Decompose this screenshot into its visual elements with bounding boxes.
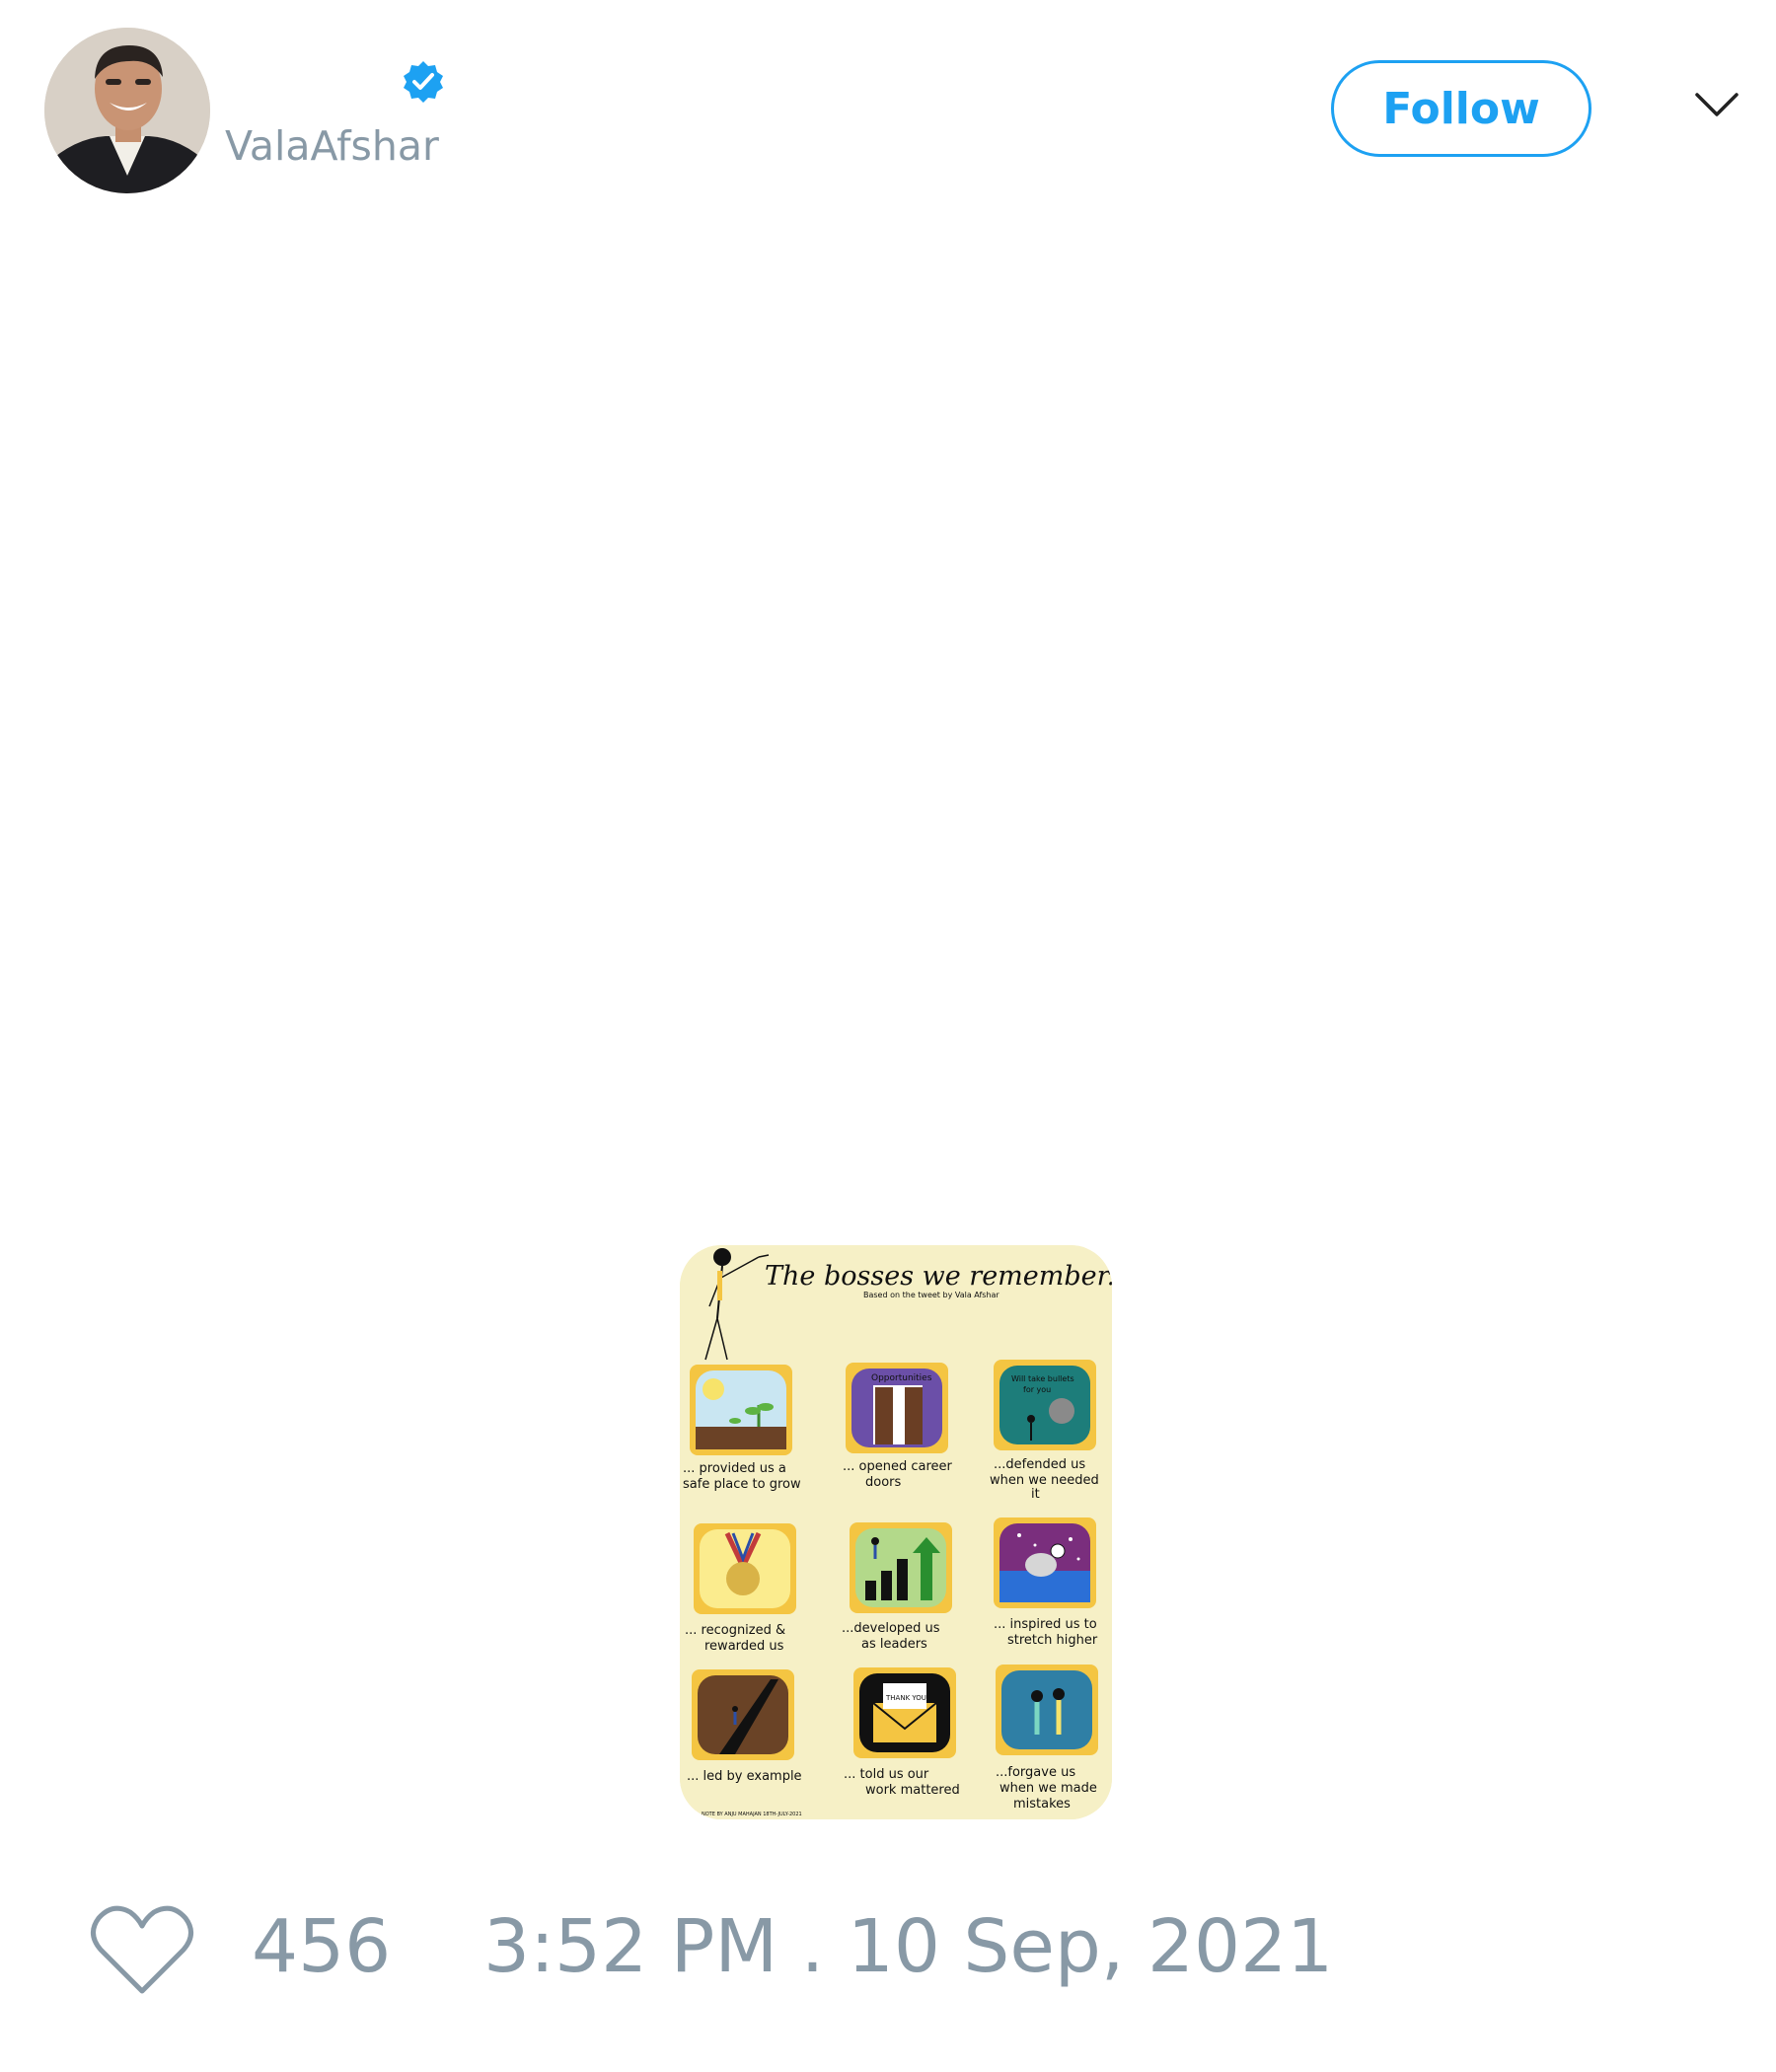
panel-recognized	[694, 1523, 796, 1614]
panel-developed	[850, 1522, 952, 1613]
panel-work-mattered: THANK YOU	[853, 1667, 956, 1758]
panel-career-doors: Opportunities	[846, 1363, 948, 1453]
author-handle[interactable]: ValaAfshar	[225, 126, 439, 167]
tweet-header: ValaAfshar Follow	[0, 0, 1776, 217]
person-photo-icon	[44, 28, 210, 193]
caption-text: it	[1031, 1487, 1040, 1502]
avatar[interactable]	[44, 28, 210, 193]
bosses-infographic: The bosses we remember... Based on the t…	[680, 1245, 1112, 1819]
poster-credit: NOTE BY ANJU MAHAJAN 18TH-JULY-2021	[702, 1812, 802, 1817]
caption-text: ... opened career	[843, 1459, 953, 1474]
panel-defended: Will take bullets for you	[994, 1360, 1096, 1450]
caption-text: safe place to grow	[683, 1477, 801, 1492]
follow-button[interactable]: Follow	[1331, 60, 1591, 157]
caption-text: ...defended us	[994, 1457, 1085, 1472]
caption-text: doors	[865, 1475, 902, 1490]
tweet-media-image[interactable]: The bosses we remember... Based on the t…	[680, 1245, 1112, 1819]
heart-icon[interactable]	[89, 1902, 195, 1997]
caption-text: ... told us our	[844, 1767, 929, 1782]
caption-6: ... inspired us to stretch higher	[994, 1617, 1098, 1648]
caption-text: work mattered	[865, 1783, 960, 1798]
like-count: 456	[252, 1904, 392, 1989]
panel-led-example	[692, 1669, 794, 1760]
caption-text: as leaders	[861, 1637, 927, 1652]
caption-text: ... recognized &	[685, 1623, 785, 1638]
caption-7: ... led by example	[687, 1769, 802, 1784]
chevron-down-icon[interactable]	[1694, 91, 1739, 118]
caption-text: ...developed us	[842, 1621, 940, 1636]
caption-text: ...forgave us	[996, 1765, 1075, 1780]
caption-text: when we made	[999, 1781, 1097, 1796]
caption-text: rewarded us	[704, 1639, 784, 1654]
panel-label-bullets: Will take bullets	[1011, 1374, 1074, 1383]
tweet-timestamp[interactable]: 3:52 PM . 10 Sep, 2021	[483, 1910, 1333, 1983]
poster-title: The bosses we remember...	[765, 1261, 1112, 1292]
panel-inspired	[994, 1517, 1096, 1608]
caption-text: mistakes	[1013, 1797, 1071, 1812]
caption-1: ... provided us a safe place to grow	[683, 1461, 801, 1492]
verified-badge-icon	[404, 61, 443, 103]
caption-text: ... provided us a	[683, 1461, 786, 1476]
poster-subtitle: Based on the tweet by Vala Afshar	[863, 1291, 999, 1299]
panel-label-for-you: for you	[1023, 1385, 1051, 1394]
caption-text: ... inspired us to	[994, 1617, 1097, 1632]
panel-label-opportunities: Opportunities	[871, 1373, 932, 1383]
caption-text: stretch higher	[1007, 1633, 1098, 1648]
panel-safe-place	[690, 1365, 792, 1455]
caption-text: ... led by example	[687, 1769, 802, 1784]
panel-forgave	[996, 1665, 1098, 1755]
thank-you-text: THANK YOU	[885, 1694, 926, 1702]
caption-text: when we needed	[990, 1473, 1099, 1488]
